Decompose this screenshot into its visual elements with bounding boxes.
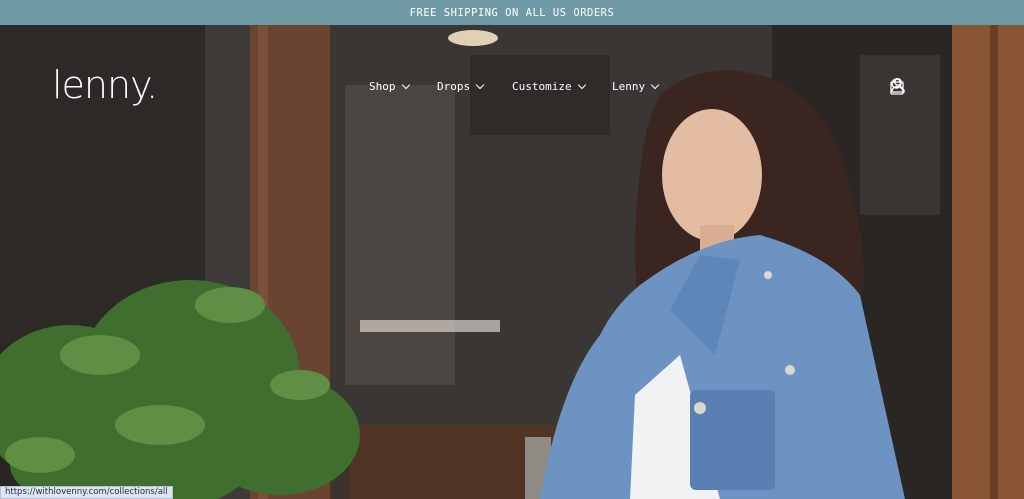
search-icon[interactable] — [891, 77, 942, 97]
chevron-down-icon — [401, 80, 410, 90]
nav-item-drops[interactable]: Drops — [437, 80, 485, 93]
main-nav: Shop Drops Customize Lenny — [0, 80, 1024, 98]
nav-item-shop[interactable]: Shop — [369, 80, 410, 93]
chevron-down-icon — [650, 80, 660, 90]
announcement-text: FREE SHIPPING ON ALL US ORDERS — [409, 6, 615, 19]
chevron-down-icon — [475, 80, 485, 90]
nav-item-label: Customize — [512, 80, 572, 93]
nav-item-lenny[interactable]: Lenny — [612, 80, 660, 93]
status-bar-url: https://withlovenny.com/collections/all — [0, 486, 173, 499]
nav-item-label: Lenny — [612, 80, 646, 93]
nav-item-customize[interactable]: Customize — [512, 80, 586, 93]
announcement-bar: FREE SHIPPING ON ALL US ORDERS — [0, 0, 1024, 25]
cart-icon[interactable] — [890, 77, 974, 97]
header-icons — [890, 77, 974, 97]
nav-item-label: Drops — [437, 80, 471, 93]
nav-item-label: Shop — [369, 80, 396, 93]
hero-banner[interactable]: lenny. Shop Drops Customize Lenny — [0, 25, 1024, 499]
chevron-down-icon — [577, 80, 586, 90]
